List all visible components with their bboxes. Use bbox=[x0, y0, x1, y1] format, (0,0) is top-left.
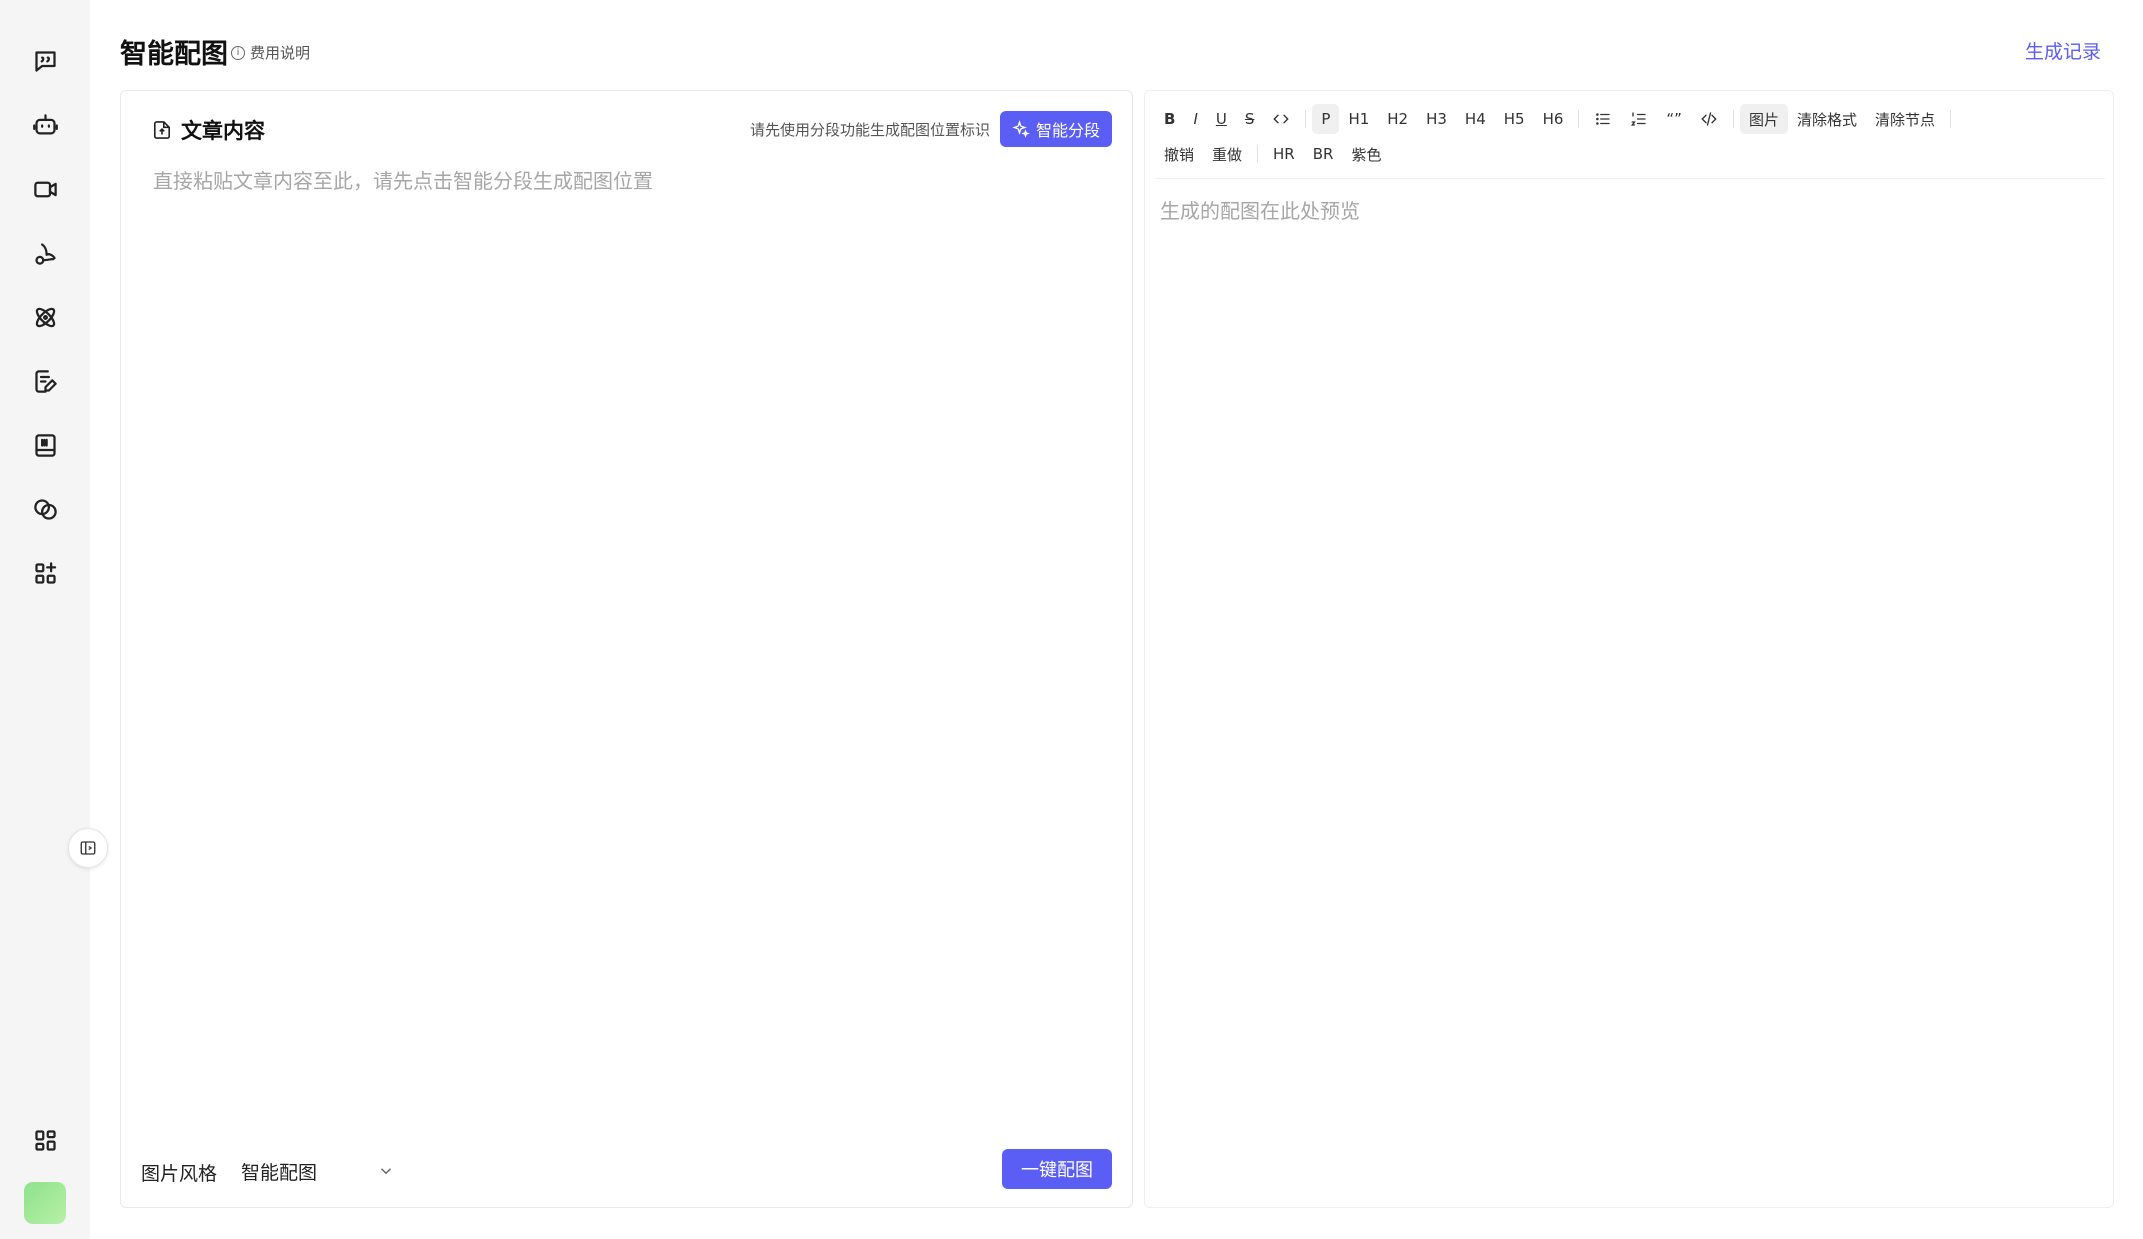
toolbar-divider bbox=[1732, 110, 1734, 128]
preview-placeholder: 生成的配图在此处预览 bbox=[1160, 199, 1360, 223]
article-panel: 文章内容 请先使用分段功能生成配图位置标识 智能分段 图片风格 智能配图 一键配… bbox=[120, 90, 1133, 1208]
purple-color-button[interactable]: 紫色 bbox=[1342, 139, 1390, 169]
panel-title: 文章内容 bbox=[181, 119, 265, 143]
strike-button[interactable]: S bbox=[1236, 104, 1264, 134]
toolbar-divider bbox=[1305, 110, 1307, 128]
bullet-list-button[interactable] bbox=[1585, 104, 1621, 134]
code-button[interactable] bbox=[1263, 104, 1299, 134]
history-link[interactable]: 生成记录 bbox=[2025, 37, 2101, 64]
fee-info-link[interactable]: i 费用说明 bbox=[231, 42, 310, 63]
toolbar-row-1: B I U S P H1 H2 H3 H4 H5 H6 “” 图片 清除格式 清… bbox=[1155, 103, 1957, 135]
quote-button[interactable]: “” bbox=[1657, 104, 1691, 134]
code-icon bbox=[1273, 114, 1290, 124]
bold-button[interactable]: B bbox=[1155, 104, 1184, 134]
edit-document-icon[interactable] bbox=[27, 363, 63, 399]
generate-button[interactable]: 一键配图 bbox=[1002, 1149, 1112, 1189]
h2-button[interactable]: H2 bbox=[1378, 104, 1417, 134]
music-icon[interactable] bbox=[27, 235, 63, 271]
clear-format-button[interactable]: 清除格式 bbox=[1788, 104, 1866, 134]
grid-icon[interactable] bbox=[27, 1122, 63, 1158]
chat-icon[interactable] bbox=[27, 43, 63, 79]
smart-segment-button[interactable]: 智能分段 bbox=[1000, 111, 1112, 147]
page-title: 智能配图 bbox=[120, 39, 228, 70]
book-icon[interactable] bbox=[27, 427, 63, 463]
chevron-down-icon bbox=[380, 1168, 392, 1175]
br-button[interactable]: BR bbox=[1304, 139, 1343, 169]
h1-button[interactable]: H1 bbox=[1339, 104, 1378, 134]
ordered-list-icon bbox=[1631, 112, 1647, 126]
sidebar-collapse-button[interactable] bbox=[68, 828, 108, 868]
redo-button[interactable]: 重做 bbox=[1203, 139, 1251, 169]
preview-panel: B I U S P H1 H2 H3 H4 H5 H6 “” 图片 清除格式 清… bbox=[1144, 90, 2114, 1208]
document-icon bbox=[153, 121, 171, 139]
toolbar-divider bbox=[1578, 110, 1580, 128]
bullet-list-icon bbox=[1596, 113, 1611, 125]
code-block-icon bbox=[1701, 112, 1717, 126]
apps-add-icon[interactable] bbox=[27, 555, 63, 591]
link-icon[interactable] bbox=[27, 491, 63, 527]
image-style-label: 图片风格 bbox=[141, 1163, 218, 1185]
robot-icon[interactable] bbox=[27, 107, 63, 143]
fee-info-label: 费用说明 bbox=[250, 44, 311, 62]
paragraph-button[interactable]: P bbox=[1312, 104, 1340, 134]
avatar[interactable] bbox=[24, 1182, 66, 1224]
toolbar-divider bbox=[1950, 110, 1951, 128]
image-style-select[interactable]: 智能配图 bbox=[233, 1151, 403, 1191]
sidebar bbox=[0, 0, 90, 1239]
h4-button[interactable]: H4 bbox=[1456, 104, 1495, 134]
ordered-list-button[interactable] bbox=[1621, 104, 1657, 134]
h5-button[interactable]: H5 bbox=[1495, 104, 1534, 134]
atom-icon[interactable] bbox=[27, 299, 63, 335]
video-icon[interactable] bbox=[27, 171, 63, 207]
segment-hint: 请先使用分段功能生成配图位置标识 bbox=[749, 121, 990, 139]
image-style-value: 智能配图 bbox=[241, 1161, 318, 1184]
info-icon: i bbox=[231, 45, 245, 60]
h3-button[interactable]: H3 bbox=[1417, 104, 1456, 134]
toolbar-row-2: 撤销 重做 HR BR 紫色 bbox=[1155, 138, 1390, 170]
h6-button[interactable]: H6 bbox=[1534, 104, 1573, 134]
italic-button[interactable]: I bbox=[1184, 104, 1206, 134]
undo-button[interactable]: 撤销 bbox=[1155, 139, 1203, 169]
sparkle-icon bbox=[1012, 120, 1030, 138]
clear-node-button[interactable]: 清除节点 bbox=[1866, 104, 1944, 134]
editor-toolbar: B I U S P H1 H2 H3 H4 H5 H6 “” 图片 清除格式 清… bbox=[1155, 99, 2105, 179]
hr-button[interactable]: HR bbox=[1264, 139, 1304, 169]
toolbar-divider bbox=[1257, 145, 1259, 163]
smart-segment-label: 智能分段 bbox=[1035, 121, 1100, 140]
code-block-button[interactable] bbox=[1691, 104, 1727, 134]
panel-header: 文章内容 bbox=[153, 115, 265, 145]
image-button[interactable]: 图片 bbox=[1739, 104, 1788, 134]
underline-button[interactable]: U bbox=[1207, 104, 1236, 134]
article-input[interactable] bbox=[153, 165, 1103, 1165]
